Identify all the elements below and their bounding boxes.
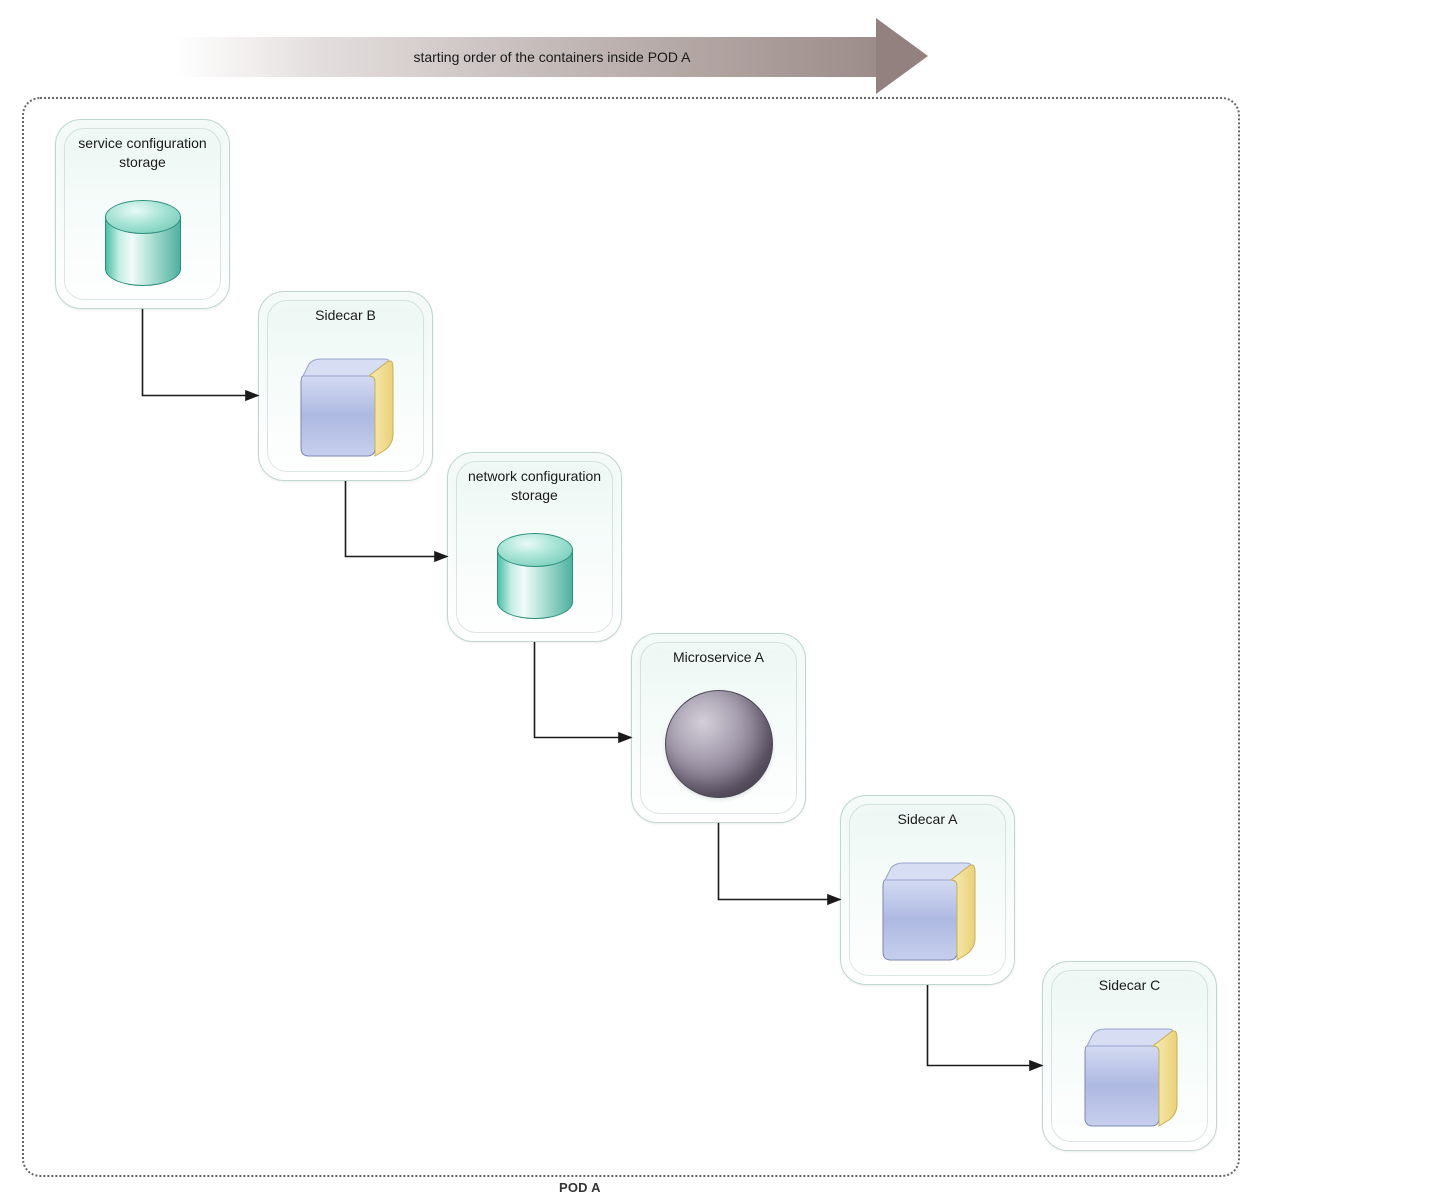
- node-label: service configuration storage: [56, 134, 229, 172]
- node-label: Sidecar C: [1043, 976, 1216, 995]
- edge-network-config-to-microservice-a: [535, 642, 632, 738]
- edge-sidecar-a-to-sidecar-c: [928, 985, 1043, 1066]
- node-label: Sidecar B: [259, 306, 432, 325]
- node-sidecar-c: Sidecar C: [1042, 961, 1217, 1151]
- node-network-config: network configuration storage: [447, 452, 622, 642]
- cylinder-icon: [497, 533, 573, 619]
- timeline-arrow: starting order of the containers inside …: [176, 18, 928, 94]
- pod-label: POD A: [559, 1180, 601, 1195]
- node-label: Sidecar A: [841, 810, 1014, 829]
- node-label: Microservice A: [632, 648, 805, 667]
- node-label: network configuration storage: [448, 467, 621, 505]
- container-icon: [873, 856, 983, 966]
- node-microservice-a: Microservice A: [631, 633, 806, 823]
- edge-sidecar-b-to-network-config: [346, 481, 448, 557]
- node-service-config: service configuration storage: [55, 119, 230, 309]
- cylinder-icon: [105, 200, 181, 286]
- container-icon: [291, 352, 401, 462]
- diagram-stage: starting order of the containers inside …: [0, 0, 1430, 1204]
- timeline-label: starting order of the containers inside …: [176, 37, 928, 77]
- node-sidecar-b: Sidecar B: [258, 291, 433, 481]
- edge-service-config-to-sidecar-b: [143, 309, 259, 396]
- container-icon: [1075, 1022, 1185, 1132]
- sphere-icon: [665, 690, 773, 798]
- edge-microservice-a-to-sidecar-a: [719, 823, 841, 900]
- node-sidecar-a: Sidecar A: [840, 795, 1015, 985]
